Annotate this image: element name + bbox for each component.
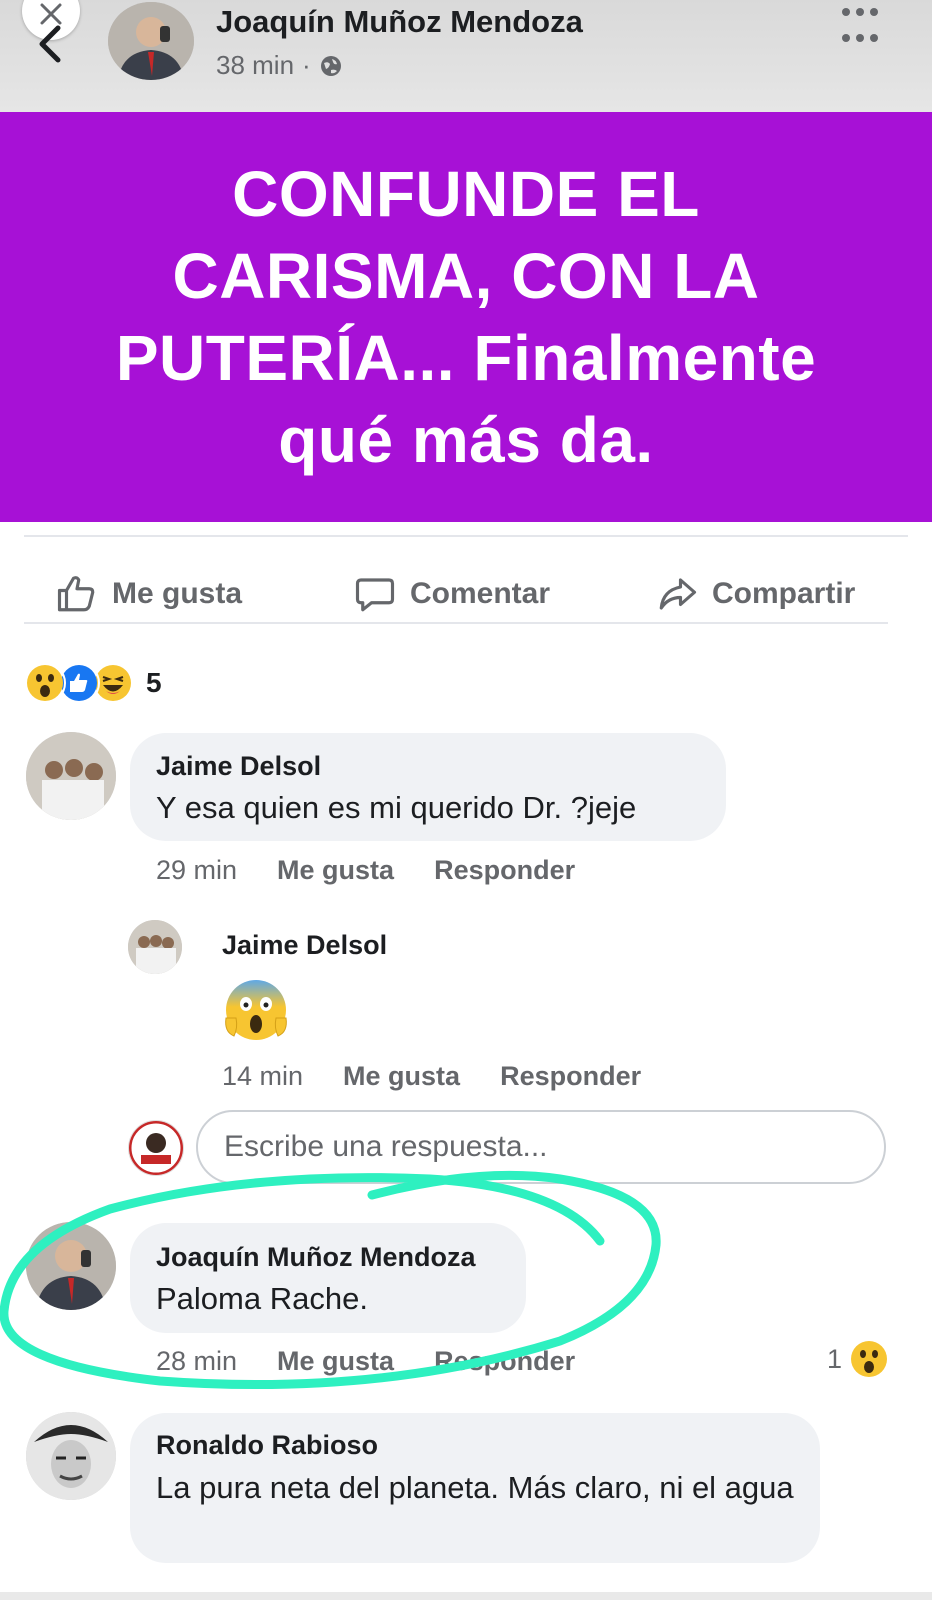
comment-time: 29 min: [156, 855, 238, 885]
bottom-edge: [0, 1592, 932, 1600]
reply-time: 14 min: [222, 1061, 304, 1091]
divider: [24, 622, 888, 624]
comment-author[interactable]: Jaime Delsol: [156, 751, 321, 782]
share-icon: [659, 578, 697, 610]
reaction-count: 5: [146, 667, 162, 698]
wow-icon: [851, 1341, 887, 1377]
reply-like-link[interactable]: Me gusta: [343, 1061, 460, 1092]
avatar[interactable]: [26, 732, 116, 820]
post-time: 38 min: [216, 50, 295, 80]
avatar[interactable]: [128, 920, 182, 974]
comment-like-link[interactable]: Me gusta: [277, 855, 394, 886]
comment-time: 28 min: [156, 1346, 238, 1376]
comment-reaction-number: 1: [826, 1343, 842, 1374]
comment-author[interactable]: Ronaldo Rabioso: [156, 1430, 378, 1461]
reply-author[interactable]: Jaime Delsol: [222, 930, 387, 961]
comment-button[interactable]: Comentar: [354, 573, 550, 615]
reaction-summary[interactable]: 5: [24, 662, 162, 704]
comment-label: Comentar: [410, 577, 551, 610]
like-label: Me gusta: [112, 577, 243, 610]
post-header: Joaquín Muñoz Mendoza 38 min ·: [0, 0, 932, 112]
post-action-bar: Me gusta Comentar Compartir: [24, 545, 908, 645]
avatar[interactable]: [26, 1222, 116, 1310]
comment-actions: 29 min Me gusta Responder: [156, 855, 575, 886]
avatar[interactable]: [26, 1412, 116, 1500]
meta-separator: ·: [302, 50, 311, 80]
current-user-avatar: [128, 1120, 184, 1176]
post-meta: 38 min ·: [216, 50, 343, 81]
comment-actions: 28 min Me gusta Responder: [156, 1346, 575, 1377]
share-label: Compartir: [712, 577, 856, 610]
author-avatar[interactable]: [108, 2, 194, 80]
comment-like-link[interactable]: Me gusta: [277, 1346, 394, 1377]
post-banner: CONFUNDE EL CARISMA, CON LA PUTERÍA... F…: [0, 112, 932, 522]
comment-reply-link[interactable]: Responder: [434, 1346, 575, 1377]
post-author-name[interactable]: Joaquín Muñoz Mendoza: [216, 4, 583, 40]
thumbs-up-icon: [57, 576, 95, 612]
divider: [24, 535, 908, 537]
share-button[interactable]: Compartir: [656, 573, 855, 615]
more-options-icon[interactable]: [840, 6, 880, 50]
comment-reply-link[interactable]: Responder: [434, 855, 575, 886]
comment-text: Paloma Rache.: [156, 1281, 368, 1316]
back-chevron-icon[interactable]: [34, 24, 68, 64]
comment-reaction-count[interactable]: 1: [827, 1340, 888, 1378]
close-icon: [40, 3, 62, 25]
comment-icon: [355, 578, 395, 612]
reply-actions: 14 min Me gusta Responder: [222, 1061, 641, 1092]
like-button[interactable]: Me gusta: [56, 573, 242, 615]
reply-input[interactable]: [196, 1110, 886, 1184]
comment-text: La pura neta del planeta. Más claro, ni …: [156, 1470, 794, 1505]
comment-text: Y esa quien es mi querido Dr. ?jeje: [156, 790, 637, 825]
globe-icon: [320, 55, 341, 76]
wow-icon: [24, 662, 66, 704]
post-banner-text: CONFUNDE EL CARISMA, CON LA PUTERÍA... F…: [115, 158, 817, 476]
reply-emoji: [220, 974, 292, 1046]
scream-emoji-icon: [225, 980, 287, 1040]
comment-author[interactable]: Joaquín Muñoz Mendoza: [156, 1242, 475, 1273]
reply-reply-link[interactable]: Responder: [500, 1061, 641, 1092]
